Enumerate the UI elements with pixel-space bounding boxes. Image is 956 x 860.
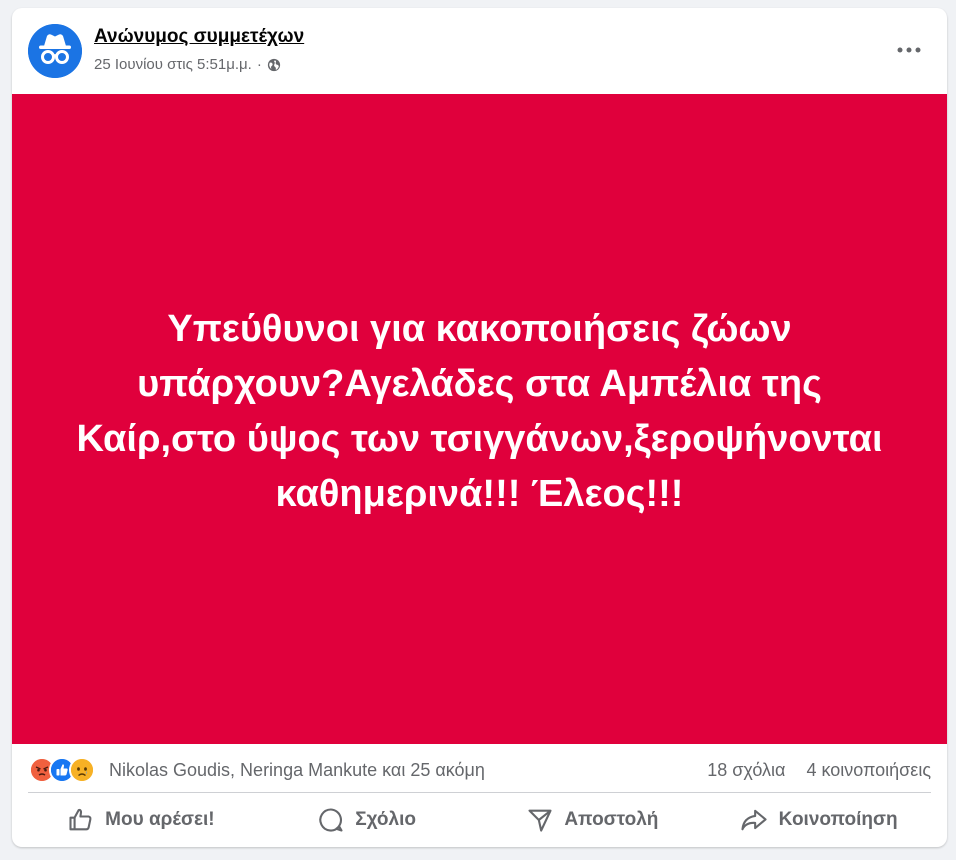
more-options-icon[interactable]: [891, 36, 927, 64]
share-button[interactable]: Κοινοποίηση: [705, 798, 931, 842]
anonymous-incognito-icon: [28, 24, 82, 78]
reactors-summary[interactable]: Nikolas Goudis, Neringa Mankute και 25 α…: [109, 760, 485, 781]
comment-label: Σχόλιο: [355, 809, 416, 830]
like-label: Μου αρέσει!: [105, 809, 215, 830]
post-card: Ανώνυμος συμμετέχων 25 Ιουνίου στις 5:51…: [12, 8, 947, 847]
thumbs-up-icon: [69, 808, 92, 831]
post-header: Ανώνυμος συμμετέχων 25 Ιουνίου στις 5:51…: [12, 8, 947, 94]
globe-icon[interactable]: [267, 58, 281, 72]
shares-count[interactable]: 4 κοινοποιήσεις: [806, 760, 931, 780]
author-name[interactable]: Ανώνυμος συμμετέχων: [94, 26, 304, 48]
avatar[interactable]: [28, 24, 82, 78]
actions-divider: [28, 792, 931, 793]
comments-count[interactable]: 18 σχόλια: [707, 760, 785, 780]
comment-button[interactable]: Σχόλιο: [254, 798, 480, 842]
like-button[interactable]: Μου αρέσει!: [28, 798, 254, 842]
post-actions: Μου αρέσει! Σχόλιο Αποστολή Κοινοποίηση: [28, 798, 931, 842]
reaction-icons[interactable]: [29, 757, 95, 783]
meta-separator: ·: [256, 56, 262, 73]
comment-bubble-icon: [319, 808, 343, 832]
post-banner[interactable]: Υπεύθυνοι για κακοποιήσεις ζώων υπάρχουν…: [12, 94, 947, 744]
engagement-counts: 18 σχόλια 4 κοινοποιήσεις: [707, 760, 931, 781]
sad-reaction-icon: [69, 757, 95, 783]
post-timestamp[interactable]: 25 Ιουνίου στις 5:51μ.μ.: [94, 56, 252, 73]
send-label: Αποστολή: [564, 809, 659, 830]
post-stats: Nikolas Goudis, Neringa Mankute και 25 α…: [12, 744, 947, 792]
share-label: Κοινοποίηση: [778, 809, 898, 830]
post-meta: 25 Ιουνίου στις 5:51μ.μ. ·: [94, 56, 281, 73]
share-arrow-icon: [741, 809, 767, 831]
send-icon: [528, 809, 552, 832]
post-banner-text: Υπεύθυνοι για κακοποιήσεις ζώων υπάρχουν…: [76, 308, 883, 515]
send-button[interactable]: Αποστολή: [480, 798, 706, 842]
